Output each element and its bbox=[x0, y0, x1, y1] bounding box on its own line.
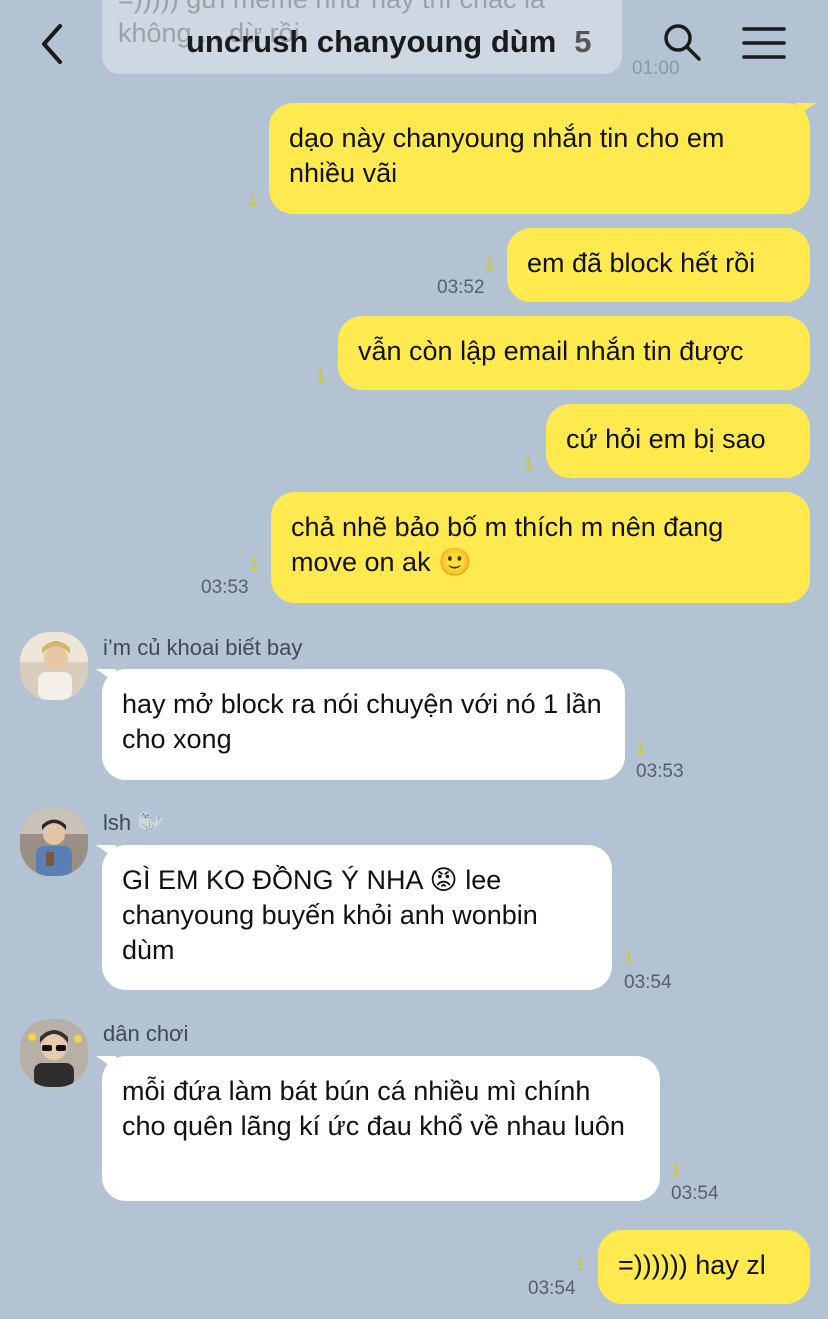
hamburger-menu-icon[interactable] bbox=[742, 26, 786, 60]
read-count: 1 bbox=[671, 1160, 681, 1179]
member-count: 5 bbox=[574, 24, 592, 59]
outgoing-message-bubble[interactable]: =)))))) hay zl bbox=[598, 1230, 810, 1304]
read-count: 1 bbox=[524, 454, 534, 473]
message-text: chả nhẽ bảo bố m thích m nên đang move o… bbox=[291, 512, 724, 577]
message-text: GÌ EM KO ĐỒNG Ý NHA 😡 lee chanyoung buyế… bbox=[122, 865, 538, 965]
message-time: 03:52 bbox=[437, 277, 485, 298]
back-chevron-icon[interactable] bbox=[34, 22, 74, 66]
avatar[interactable] bbox=[20, 632, 88, 700]
incoming-message-bubble[interactable]: GÌ EM KO ĐỒNG Ý NHA 😡 lee chanyoung buyế… bbox=[102, 845, 612, 990]
search-icon[interactable] bbox=[662, 22, 702, 62]
read-count: 1 bbox=[249, 554, 259, 573]
bubble-tail bbox=[96, 1056, 116, 1070]
incoming-message-bubble[interactable]: mỗi đứa làm bát bún cá nhiều mì chính ch… bbox=[102, 1056, 660, 1201]
read-count: 1 bbox=[624, 949, 634, 968]
message-text: dạo này chanyoung nhắn tin cho em nhiều … bbox=[289, 123, 725, 188]
message-text: hay mở block ra nói chuyện với nó 1 lần … bbox=[122, 689, 602, 754]
outgoing-message-bubble[interactable]: chả nhẽ bảo bố m thích m nên đang move o… bbox=[271, 492, 810, 603]
read-count: 1 bbox=[636, 738, 646, 757]
incoming-message-bubble[interactable]: hay mở block ra nói chuyện với nó 1 lần … bbox=[102, 669, 625, 780]
sender-name: lsh 🦭 bbox=[103, 810, 165, 835]
message-text: em đã block hết rồi bbox=[527, 248, 756, 278]
message-text: mỗi đứa làm bát bún cá nhiều mì chính ch… bbox=[122, 1076, 625, 1141]
message-text: =)))))) hay zl bbox=[618, 1250, 766, 1280]
message-time: 03:54 bbox=[624, 972, 672, 993]
message-text: vẫn còn lập email nhắn tin được bbox=[358, 336, 744, 366]
outgoing-message-bubble[interactable]: dạo này chanyoung nhắn tin cho em nhiều … bbox=[269, 103, 810, 214]
outgoing-message-bubble[interactable]: cứ hỏi em bị sao bbox=[546, 404, 810, 478]
bubble-tail bbox=[796, 103, 816, 117]
message-time: 03:53 bbox=[636, 761, 684, 782]
outgoing-message-bubble[interactable]: em đã block hết rồi bbox=[507, 228, 810, 302]
outgoing-message-bubble[interactable]: vẫn còn lập email nhắn tin được bbox=[338, 316, 810, 390]
bubble-tail bbox=[96, 845, 116, 859]
avatar[interactable] bbox=[20, 808, 88, 876]
chat-title: uncrush chanyoung dùm bbox=[186, 24, 557, 59]
message-time: 03:54 bbox=[671, 1183, 719, 1204]
sender-name: dân chơi bbox=[103, 1021, 189, 1046]
message-time: 03:54 bbox=[528, 1278, 576, 1299]
sender-name: i’m củ khoai biết bay bbox=[103, 635, 303, 660]
read-count: 1 bbox=[316, 366, 326, 385]
read-count: 1 bbox=[248, 190, 258, 209]
read-count: 1 bbox=[485, 254, 495, 273]
message-time: 03:53 bbox=[201, 577, 249, 598]
bubble-tail bbox=[96, 669, 116, 683]
avatar[interactable] bbox=[20, 1019, 88, 1087]
message-text: cứ hỏi em bị sao bbox=[566, 424, 766, 454]
chat-header: uncrush chanyoung dùm 5 bbox=[0, 0, 828, 88]
read-count: 1 bbox=[576, 1255, 586, 1274]
chat-title-group[interactable]: uncrush chanyoung dùm 5 bbox=[186, 24, 592, 68]
